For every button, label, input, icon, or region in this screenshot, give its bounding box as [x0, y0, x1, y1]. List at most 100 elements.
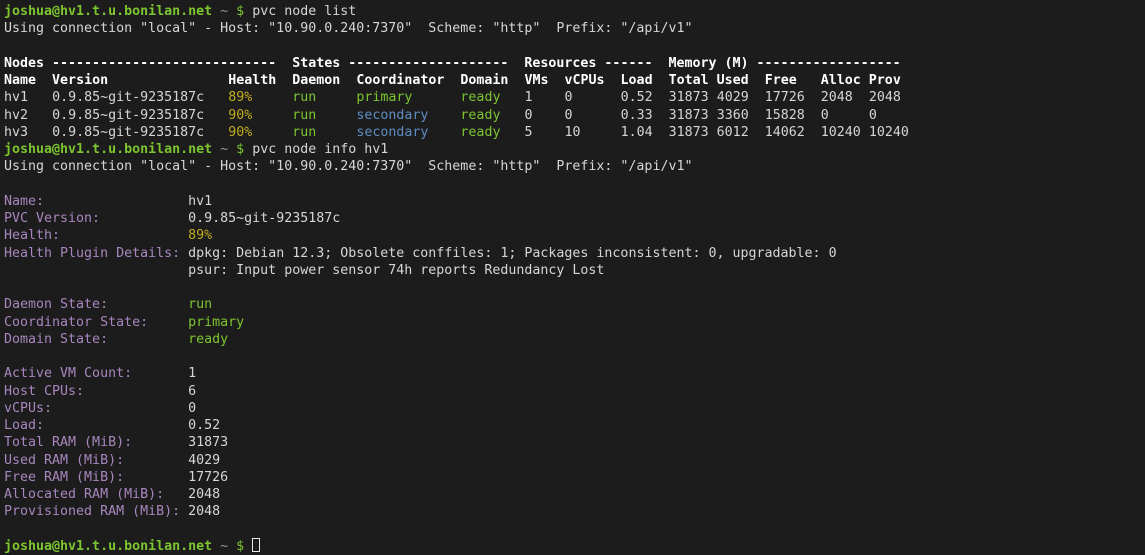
info-label: Host CPUs: [4, 384, 84, 399]
info-value: psur: Input power sensor 74h reports Red… [188, 263, 604, 278]
info-value: 6 [188, 384, 196, 399]
terminal-text [861, 73, 869, 88]
terminal-cursor[interactable] [252, 538, 260, 552]
prompt-user-host: joshua@hv1.t.u.bonilan.net [4, 4, 212, 19]
header-group-memory: Memory (M) ------------------ [668, 56, 900, 71]
terminal[interactable]: joshua@hv1.t.u.bonilan.net ~ $ pvc node … [0, 0, 1145, 555]
terminal-text [244, 539, 252, 554]
info-value: 4029 [188, 453, 220, 468]
info-pvc-version: PVC Version: 0.9.85~git-9235187c [4, 210, 1145, 227]
cell-vms: 0 [524, 108, 532, 123]
cell-health: 89% [228, 90, 252, 105]
cell-vms: 5 [524, 125, 532, 140]
terminal-text [605, 73, 621, 88]
info-coordinator-state: Coordinator State: primary [4, 314, 1145, 331]
col-vms: VMs [524, 73, 548, 88]
command-text: pvc node list [244, 4, 356, 19]
info-label: Daemon State: [4, 297, 108, 312]
cell-mem-free: 17726 [765, 90, 805, 105]
header-group-nodes: Nodes ---------------------------- [4, 56, 276, 71]
cell-load: 0.52 [621, 90, 653, 105]
terminal-text [204, 90, 228, 105]
cell-mem-total: 31873 [669, 108, 709, 123]
terminal-text [444, 73, 460, 88]
prompt-cwd: ~ [212, 539, 236, 554]
terminal-text [581, 125, 621, 140]
info-health-plugin-details-2: psur: Input power sensor 74h reports Red… [4, 262, 1145, 279]
blank [4, 521, 1145, 538]
info-label: Total RAM (MiB): [4, 435, 132, 450]
terminal-text [164, 487, 188, 502]
col-coordinator: Coordinator [356, 73, 444, 88]
terminal-text [204, 108, 228, 123]
terminal-text [508, 56, 524, 71]
info-daemon-state: Daemon State: run [4, 296, 1145, 313]
info-value: 1 [188, 366, 196, 381]
terminal-text [180, 246, 188, 261]
terminal-text [653, 73, 669, 88]
col-vcpus: vCPUs [565, 73, 605, 88]
info-value: 2048 [188, 487, 220, 502]
info-name: Name: hv1 [4, 193, 1145, 210]
prompt-cwd: ~ [212, 142, 236, 157]
cell-name: hv3 [4, 125, 28, 140]
cell-name: hv2 [4, 108, 28, 123]
cell-mem-prov: 2048 [869, 90, 901, 105]
terminal-text [533, 125, 565, 140]
terminal-text [412, 90, 460, 105]
info-label: Name: [4, 194, 44, 209]
col-health: Health [228, 73, 276, 88]
prompt-symbol: $ [236, 4, 244, 19]
info-health-plugin-details: Health Plugin Details: dpkg: Debian 12.3… [4, 245, 1145, 262]
info-value: 0 [188, 401, 196, 416]
info-total-ram: Total RAM (MiB): 31873 [4, 434, 1145, 451]
info-value: 31873 [188, 435, 228, 450]
terminal-text [653, 125, 669, 140]
connection-text: Using connection "local" - Host: "10.90.… [4, 159, 692, 174]
table-column-header: Name Version Health Daemon Coordinator D… [4, 72, 1145, 89]
info-value: 0.9.85~git-9235187c [188, 211, 340, 226]
info-active-vm-count: Active VM Count: 1 [4, 365, 1145, 382]
blank [4, 348, 1145, 365]
info-label: Domain State: [4, 332, 108, 347]
terminal-text [709, 108, 717, 123]
terminal-text [100, 211, 188, 226]
connection-info: Using connection "local" - Host: "10.90.… [4, 158, 1145, 175]
terminal-text [749, 108, 765, 123]
info-used-ram: Used RAM (MiB): 4029 [4, 452, 1145, 469]
terminal-text [428, 108, 460, 123]
cell-health: 90% [228, 125, 252, 140]
terminal-text [749, 90, 765, 105]
info-value: 0.52 [188, 418, 220, 433]
cell-domain-state: ready [460, 125, 500, 140]
terminal-text [36, 73, 52, 88]
info-value: dpkg: Debian 12.3; Obsolete conffiles: 1… [188, 246, 836, 261]
terminal-text [573, 90, 621, 105]
blank [4, 279, 1145, 296]
terminal-text [148, 315, 188, 330]
col-free: Free [765, 73, 797, 88]
terminal-text [84, 384, 188, 399]
terminal-text [508, 73, 524, 88]
node-row-hv1: hv1 0.9.85~git-9235187c 89% run primary … [4, 89, 1145, 106]
terminal-text [204, 125, 228, 140]
node-row-hv2: hv2 0.9.85~git-9235187c 90% run secondar… [4, 107, 1145, 124]
col-prov: Prov [869, 73, 901, 88]
terminal-text [500, 125, 524, 140]
cell-coordinator-state: secondary [356, 125, 428, 140]
cell-mem-total: 31873 [669, 90, 709, 105]
terminal-text [797, 73, 821, 88]
cell-vcpus: 0 [565, 90, 573, 105]
terminal-text [709, 73, 717, 88]
info-load: Load: 0.52 [4, 417, 1145, 434]
col-version: Version [52, 73, 108, 88]
cell-daemon-state: run [292, 108, 316, 123]
cell-mem-prov: 0 [869, 108, 877, 123]
col-total: Total [669, 73, 709, 88]
table-group-header: Nodes ---------------------------- State… [4, 55, 1145, 72]
blank [4, 38, 1145, 55]
info-provisioned-ram: Provisioned RAM (MiB): 2048 [4, 503, 1145, 520]
terminal-text [428, 125, 460, 140]
cell-vcpus: 0 [565, 108, 573, 123]
col-load: Load [621, 73, 653, 88]
